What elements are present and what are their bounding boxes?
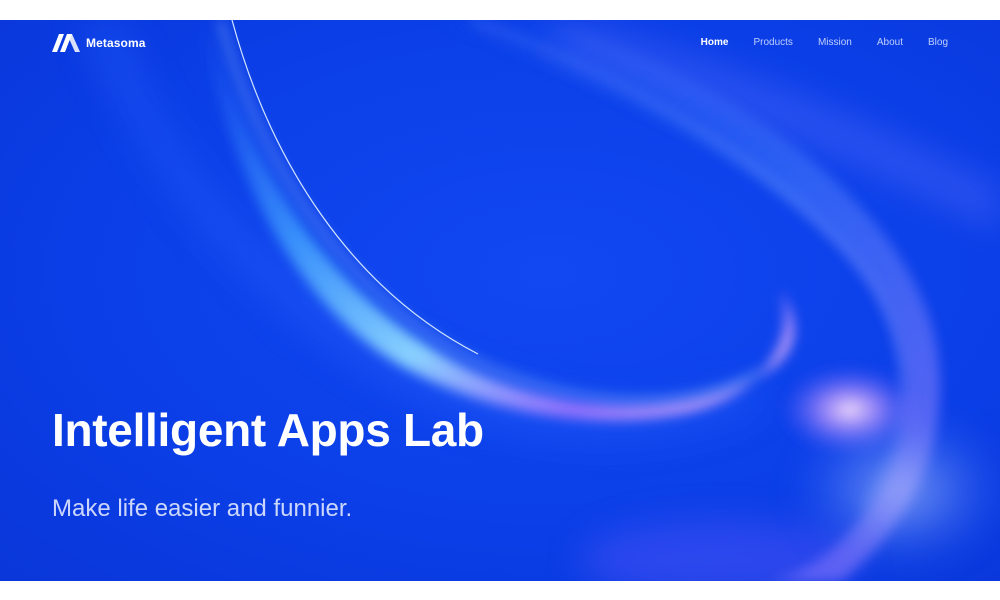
nav-item-products[interactable]: Products: [753, 37, 792, 48]
nav-menu: Home Products Mission About Blog: [701, 37, 948, 48]
nav-item-about[interactable]: About: [877, 37, 903, 48]
nav-item-mission[interactable]: Mission: [818, 37, 852, 48]
top-navbar: Metasoma Home Products Mission About Blo…: [0, 20, 1000, 68]
hero-section: Metasoma Home Products Mission About Blo…: [0, 20, 1000, 581]
nav-item-home[interactable]: Home: [701, 37, 729, 48]
page: Metasoma Home Products Mission About Blo…: [0, 0, 1000, 600]
metasoma-logo-icon: [52, 34, 80, 52]
hero-title: Intelligent Apps Lab: [52, 404, 484, 456]
nav-item-blog[interactable]: Blog: [928, 37, 948, 48]
brand-name: Metasoma: [86, 36, 146, 50]
hero-subtitle: Make life easier and funnier.: [52, 495, 353, 522]
brand-link[interactable]: Metasoma: [52, 34, 146, 52]
